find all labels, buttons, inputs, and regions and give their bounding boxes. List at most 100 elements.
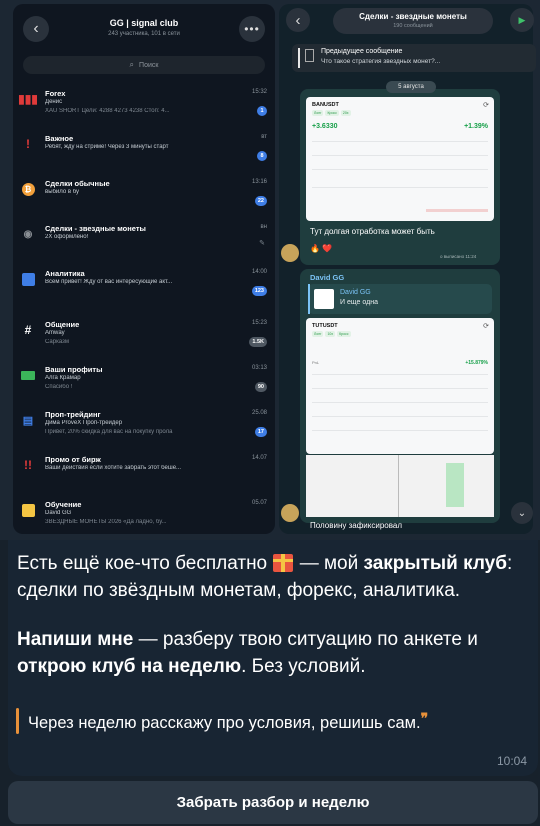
topic-time: вт — [261, 134, 267, 140]
topic-subtitle: 190 сообщений — [393, 23, 433, 29]
avatar[interactable] — [281, 504, 299, 522]
topic-preview: Спасибо ! — [45, 384, 73, 390]
money-icon — [19, 366, 37, 384]
divider — [312, 402, 488, 403]
trade-symbol: BANUSDT — [312, 102, 339, 108]
document-icon — [305, 49, 314, 62]
topic-preview: Сарказм — [45, 339, 69, 345]
topic-name: Сделки обычные — [45, 179, 110, 188]
play-icon[interactable]: ▶ — [510, 8, 534, 32]
topic-list: ▮▮▮ Forex Денис XAU SHORT Цели: 4288 427… — [13, 84, 275, 309]
topic-item-forex[interactable]: ▮▮▮ Forex Денис XAU SHORT Цели: 4288 427… — [13, 84, 275, 129]
topic-preview: XAU SHORT Цели: 4288 4273 4238 Стоп: 4..… — [45, 108, 170, 114]
divider — [312, 388, 488, 389]
avatar[interactable] — [281, 244, 299, 262]
bitcoin-icon: ₿ — [19, 180, 37, 198]
topic-item-chat[interactable]: # Общение Amway Сарказм 15:23 1.5K — [13, 315, 275, 360]
unread-badge: 17 — [254, 427, 267, 437]
topic-name: Важное — [45, 134, 74, 143]
topic-item-star-deals[interactable]: ◉ Сделки - звездные монеты 2Х оформлено!… — [13, 219, 275, 264]
reply-preview[interactable]: David GG И еще одна — [308, 284, 492, 314]
quote-text: Через неделю расскажу про условия, решиш… — [28, 714, 421, 732]
quote-bar — [16, 708, 19, 734]
topic-item-profits[interactable]: Ваши профиты Алга Крамар Спасибо ! 03:13… — [13, 360, 275, 405]
more-icon[interactable]: ••• — [239, 16, 265, 42]
previous-message-banner[interactable]: Предыдущее сообщение Что такое стратегия… — [292, 44, 536, 72]
message-time: 10:04 — [497, 754, 528, 768]
topic-name: Проп-трейдинг — [45, 410, 101, 419]
topic-time: 14:00 — [251, 269, 267, 275]
sender-name: David GG — [310, 273, 345, 282]
chevron-down-icon[interactable]: ⌄ — [511, 502, 533, 524]
exclamation-icon: !! — [24, 458, 32, 472]
divider — [312, 169, 488, 170]
topic-name: Ваши профиты — [45, 365, 103, 374]
pin-icon: ✎ — [259, 240, 265, 247]
topic-time: 15:32 — [251, 89, 267, 95]
search-input[interactable]: ⌕ Поиск — [23, 56, 265, 74]
trade-card: TUTUSDT ⟳ Лонг 10x Кросс PnL +15.879% — [306, 318, 494, 454]
unread-badge: 123 — [251, 286, 267, 296]
topic-name: Аналитика — [45, 269, 85, 278]
topic-item-analytics[interactable]: Аналитика Всем привет! Жду от вас интере… — [13, 264, 275, 309]
hash-icon: # — [24, 323, 32, 337]
banner-text: Что такое стратегия звездных монет?... — [321, 58, 441, 65]
message-paragraph-1: Есть ещё кое-что бесплатно — мой закрыты… — [17, 550, 533, 604]
search-placeholder: Поиск — [139, 61, 159, 69]
topic-item-regular-deals[interactable]: ₿ Сделки обычные выбило в бу 13:16 22 — [13, 174, 275, 219]
unread-badge: 8 — [257, 151, 267, 161]
divider — [312, 374, 488, 375]
topic-sender: Денис — [45, 99, 63, 105]
topic-item-education[interactable]: Обучение David GG ЗВЕЗДНЫЕ МОНЕТЫ 2026 «… — [13, 495, 275, 540]
text-span: Есть ещё кое-что бесплатно — [17, 553, 268, 574]
coins-icon: ◉ — [23, 228, 33, 240]
group-subtitle: 243 участника, 101 в сети — [108, 31, 180, 37]
text-span: — разберу твою ситуацию по анкете и — [133, 629, 478, 650]
unread-badge: 22 — [254, 196, 267, 206]
bar-chart-icon: ▮▮▮ — [18, 92, 38, 106]
price-chart-image — [306, 455, 494, 517]
chat-list-header: ‹ GG | signal club 243 участника, 101 в … — [13, 4, 275, 52]
trade-value: +3.6330 — [312, 123, 338, 130]
banner-bar — [298, 48, 300, 68]
topic-time: 05.07 — [251, 500, 267, 506]
topic-preview: выбило в бу — [45, 189, 80, 195]
trade-tags: Лонг Кросс 20x — [312, 110, 351, 116]
back-arrow-icon[interactable]: ‹ — [23, 16, 49, 42]
quote-text-line: Через неделю расскажу про условия, решиш… — [28, 710, 428, 733]
topic-time: вн — [260, 224, 267, 230]
topic-time: 15:23 — [251, 320, 267, 326]
topic-preview: ЗВЕЗДНЫЕ МОНЕТЫ 2026 «Да ладно, бу... — [45, 519, 167, 525]
chart-icon: ▤ — [22, 414, 34, 427]
unread-badge: 1.5K — [249, 337, 267, 347]
topic-sender: Дима ProveX Проп-трейдер — [45, 420, 123, 426]
topic-preview: 2Х оформлено! — [45, 234, 89, 240]
chart-zone — [446, 463, 464, 507]
search-icon: ⌕ — [129, 60, 135, 69]
reactions[interactable]: 🔥 ❤️ — [310, 244, 332, 253]
topic-item-prop-trading[interactable]: ▤ Проп-трейдинг Дима ProveX Проп-трейдер… — [13, 405, 275, 450]
screenshot-collage: ‹ GG | signal club 243 участника, 101 в … — [0, 0, 540, 540]
topic-name: Forex — [45, 89, 66, 98]
back-arrow-icon[interactable]: ‹ — [286, 8, 310, 32]
topic-preview: Всем привет! Жду от вас интересующие акт… — [45, 279, 173, 285]
trade-row: PnL +15.879% — [312, 360, 488, 366]
topic-header[interactable]: Сделки - звездные монеты 190 сообщений — [333, 8, 493, 34]
trade-percent: +1.39% — [464, 123, 488, 130]
claim-button[interactable]: Забрать разбор и неделю — [8, 781, 538, 824]
topic-time: 25.08 — [251, 410, 267, 416]
bold-text: Напиши мне — [17, 629, 134, 650]
message-text: Тут долгая отработка может быть — [310, 227, 435, 236]
topic-item-important[interactable]: ! Важное Ребят, жду на стриме! Через 3 м… — [13, 129, 275, 174]
reply-name: David GG — [340, 289, 371, 296]
topic-preview: Ваши действия если хотите забрать этот б… — [45, 465, 182, 471]
topic-item-exchange-promo[interactable]: !! Промо от бирж Ваши действия если хоти… — [13, 450, 275, 495]
trade-value: +15.879% — [465, 360, 488, 366]
group-title: GG | signal club — [109, 18, 179, 28]
divider — [312, 187, 488, 188]
divider — [312, 430, 488, 431]
banner-label: Предыдущее сообщение — [321, 48, 403, 55]
share-icon: ⟳ — [483, 102, 489, 109]
analytics-icon — [19, 270, 37, 288]
topic-title: Сделки - звездные монеты — [359, 12, 467, 21]
